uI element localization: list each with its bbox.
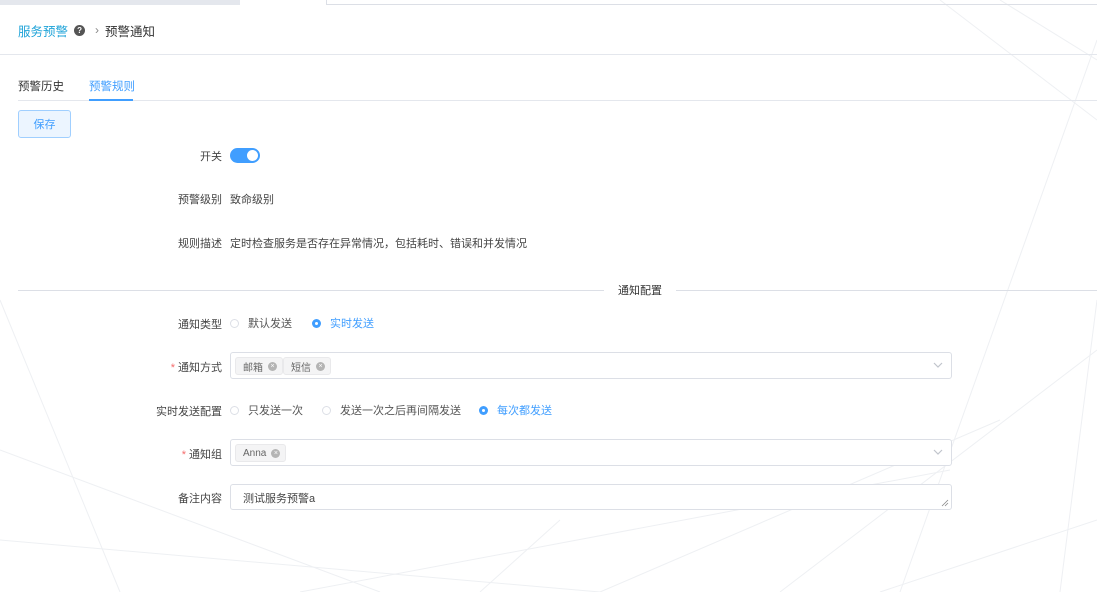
description-label: 规则描述 — [178, 238, 222, 250]
radio-circle-icon — [322, 405, 331, 415]
breadcrumb-current: 预警通知 — [105, 24, 156, 39]
realtime-config-label: 实时发送配置 — [156, 406, 222, 418]
tab-alert-rules[interactable]: 预警规则 — [89, 78, 135, 98]
tab-bar: 预警历史 预警规则 — [18, 76, 1097, 101]
top-bar — [0, 0, 1097, 6]
level-label: 预警级别 — [178, 194, 222, 206]
radio-realtime-send[interactable]: 实时发送 — [312, 316, 374, 330]
notify-group-label: * 通知组 — [181, 449, 222, 461]
active-tab-indicator — [89, 99, 133, 101]
tab-alert-history[interactable]: 预警历史 — [18, 78, 64, 98]
radio-label: 默认发送 — [248, 318, 292, 330]
radio-checked-icon — [479, 405, 488, 415]
description-value: 定时检查服务是否存在异常情况，包括耗时、错误和并发情况 — [230, 238, 527, 250]
radio-label: 发送一次之后再间隔发送 — [340, 405, 461, 417]
radio-label: 只发送一次 — [248, 405, 303, 417]
radio-send-interval[interactable]: 发送一次之后再间隔发送 — [322, 403, 461, 417]
remark-textarea[interactable]: 测试服务预警a — [230, 484, 952, 510]
resize-handle-icon[interactable] — [941, 499, 949, 507]
tag-email: 邮箱 × — [235, 357, 283, 375]
notify-method-label: * 通知方式 — [170, 362, 222, 374]
notify-type-label: 通知类型 — [178, 319, 222, 331]
top-tab-indicator — [0, 0, 240, 5]
close-icon[interactable]: × — [316, 361, 325, 371]
notify-method-select[interactable]: 邮箱 × 短信 × — [230, 352, 952, 379]
breadcrumb-link-service-alert[interactable]: 服务预警 — [18, 21, 68, 40]
close-icon[interactable]: × — [271, 448, 281, 458]
radio-circle-icon — [230, 405, 239, 415]
radio-send-once[interactable]: 只发送一次 — [230, 403, 303, 417]
radio-circle-icon — [230, 318, 239, 328]
notify-config-title: 通知配置 — [604, 282, 676, 298]
enable-switch[interactable] — [230, 148, 260, 163]
remark-value: 测试服务预警a — [243, 493, 316, 505]
level-value: 致命级别 — [230, 194, 274, 206]
chevron-down-icon[interactable] — [933, 447, 943, 457]
section-divider — [18, 290, 1097, 291]
breadcrumb: 服务预警 ? › 预警通知 — [18, 21, 155, 39]
radio-label: 每次都发送 — [497, 405, 552, 417]
switch-label: 开关 — [200, 151, 222, 163]
help-icon[interactable]: ? — [74, 24, 86, 36]
radio-label: 实时发送 — [330, 318, 374, 330]
radio-checked-icon — [312, 318, 321, 328]
switch-knob — [247, 150, 258, 161]
save-button[interactable]: 保存 — [18, 110, 71, 138]
header-divider — [0, 54, 1097, 55]
close-icon[interactable]: × — [268, 361, 277, 371]
radio-send-every[interactable]: 每次都发送 — [479, 403, 552, 417]
chevron-down-icon[interactable] — [933, 360, 943, 370]
required-mark: * — [170, 362, 175, 374]
tag-sms: 短信 × — [283, 357, 331, 375]
radio-default-send[interactable]: 默认发送 — [230, 316, 292, 330]
chevron-right-icon: › — [95, 23, 100, 37]
required-mark: * — [181, 449, 186, 461]
notify-group-select[interactable]: Anna × — [230, 439, 952, 466]
remark-label: 备注内容 — [178, 493, 222, 505]
tag-anna: Anna × — [235, 444, 287, 462]
top-bar-frame — [326, 0, 1097, 5]
